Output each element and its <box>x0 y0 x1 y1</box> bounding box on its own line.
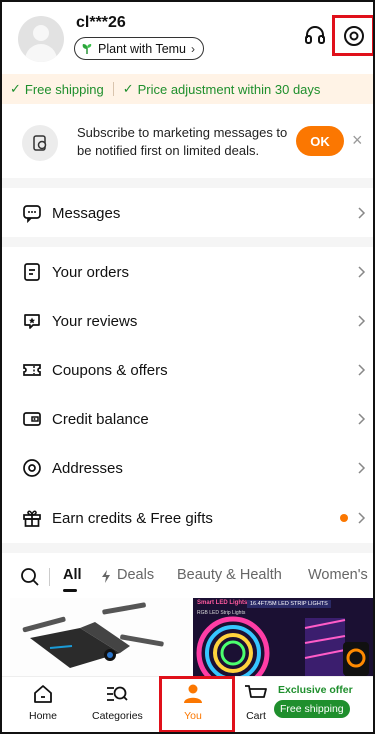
reviews-icon <box>24 314 40 329</box>
shipping-benefits-bar[interactable]: ✓ Free shipping ✓ Price adjustment withi… <box>2 74 373 104</box>
nav-label: Cart <box>246 710 266 722</box>
home-icon <box>34 685 52 703</box>
tab-beauty-health[interactable]: Beauty & Health <box>177 567 282 583</box>
menu-item-orders[interactable]: Your orders <box>2 248 373 296</box>
nav-home[interactable]: Home <box>29 683 57 722</box>
divider <box>49 568 50 586</box>
leaf-icon <box>82 43 92 54</box>
product-card-drone[interactable] <box>10 598 190 676</box>
active-tab-indicator <box>63 589 77 592</box>
location-icon <box>23 459 41 477</box>
check-icon: ✓ <box>122 81 134 96</box>
tab-deals[interactable]: Deals <box>117 567 154 583</box>
menu-item-earn-credits[interactable]: Earn credits & Free gifts <box>2 494 373 542</box>
nav-categories[interactable]: Categories <box>92 683 143 722</box>
free-shipping-badge[interactable]: Free shipping <box>274 700 350 718</box>
menu-item-label: Addresses <box>52 459 123 477</box>
nav-label: Categories <box>92 710 143 722</box>
username: cl***26 <box>76 14 126 31</box>
chevron-right-icon <box>358 364 366 376</box>
check-icon: ✓ <box>10 81 21 96</box>
chevron-right-icon <box>358 266 366 278</box>
menu-item-credit-balance[interactable]: Credit balance <box>2 395 373 443</box>
product-card-led-strip[interactable]: Smart LED Lights RGB LED Strip Lights 16… <box>193 598 373 676</box>
section-divider <box>2 178 373 188</box>
chevron-right-icon <box>358 207 366 219</box>
exclusive-offer-label: Exclusive offer <box>278 684 353 696</box>
app-screen: cl***26 Plant with Temu › ✓ Free shippin… <box>0 0 375 734</box>
chevron-right-icon <box>358 462 366 474</box>
highlight-box <box>159 676 235 732</box>
notification-icon <box>22 125 58 161</box>
settings-button[interactable] <box>332 15 373 56</box>
tab-all[interactable]: All <box>63 567 82 583</box>
category-tabs: All Deals Beauty & Health Women's <box>2 559 373 595</box>
subscribe-text: Subscribe to marketing messages to be no… <box>77 125 288 158</box>
lightning-icon <box>102 570 110 583</box>
product-banner: 16.4FT/5M LED STRIP LIGHTS <box>247 600 331 608</box>
price-adjustment-label: Price adjustment within 30 days <box>137 81 321 97</box>
free-shipping-label: Free shipping <box>24 81 104 97</box>
menu-item-label: Earn credits & Free gifts <box>52 509 213 527</box>
menu-item-label: Your reviews <box>52 312 138 330</box>
divider <box>112 82 114 96</box>
notification-dot <box>340 514 348 522</box>
profile-header: cl***26 Plant with Temu › <box>2 2 373 68</box>
subscribe-ok-button[interactable]: OK <box>296 126 344 156</box>
section-divider <box>2 543 373 553</box>
settings-icon <box>343 25 364 46</box>
menu-item-label: Messages <box>52 204 121 222</box>
search-icon[interactable] <box>20 567 40 587</box>
chevron-right-icon: › <box>191 41 196 56</box>
avatar-head <box>33 25 49 41</box>
chevron-right-icon <box>358 512 366 524</box>
nav-label: Home <box>29 710 58 722</box>
tab-womens[interactable]: Women's <box>308 567 368 583</box>
chat-bubble-icon <box>23 205 41 223</box>
section-divider <box>2 237 373 247</box>
categories-icon <box>107 686 129 701</box>
cart-icon <box>245 685 267 698</box>
gift-icon <box>23 510 41 527</box>
plant-button-label: Plant with Temu <box>98 41 187 56</box>
close-icon[interactable]: × <box>352 130 363 150</box>
avatar[interactable] <box>18 16 64 62</box>
menu-item-label: Coupons & offers <box>52 361 168 379</box>
chevron-right-icon <box>358 413 366 425</box>
menu-item-label: Credit balance <box>52 410 149 428</box>
menu-item-label: Your orders <box>52 263 129 281</box>
orders-icon <box>24 263 40 281</box>
avatar-body <box>25 44 57 62</box>
nav-cart[interactable]: Cart <box>244 683 268 722</box>
drone-image <box>22 602 164 668</box>
menu-item-addresses[interactable]: Addresses <box>2 444 373 492</box>
menu-item-reviews[interactable]: Your reviews <box>2 297 373 345</box>
menu-item-messages[interactable]: Messages <box>2 189 373 237</box>
coupon-icon <box>23 364 41 376</box>
product-tag: Smart LED Lights <box>197 600 248 606</box>
wallet-icon <box>23 412 41 426</box>
subscribe-banner: Subscribe to marketing messages to be no… <box>2 110 373 174</box>
plant-with-temu-button[interactable]: Plant with Temu › <box>74 37 205 60</box>
headset-icon[interactable] <box>304 24 326 46</box>
menu-item-coupons[interactable]: Coupons & offers <box>2 346 373 394</box>
product-subtag: RGB LED Strip Lights <box>197 610 246 616</box>
chevron-right-icon <box>358 315 366 327</box>
